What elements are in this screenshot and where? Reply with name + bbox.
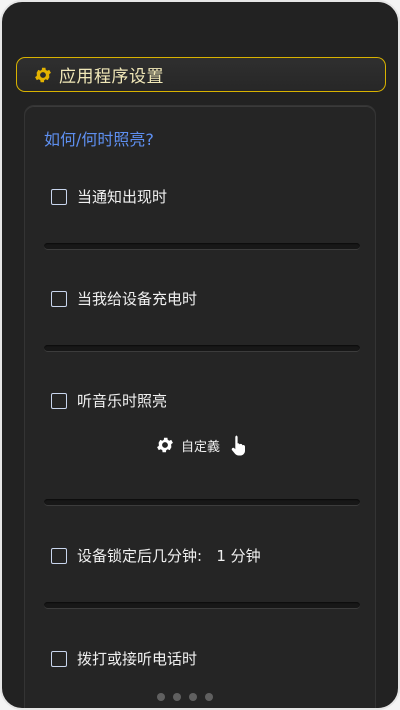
option-charging[interactable]: 当我给设备充电时 xyxy=(51,288,197,309)
faded-row-hint xyxy=(157,690,243,704)
option-lock-timer[interactable]: 设备锁定后几分钟: 1 分钟 xyxy=(51,545,261,566)
checkbox[interactable] xyxy=(51,188,67,205)
checkbox[interactable] xyxy=(51,650,67,667)
option-music[interactable]: 听音乐时照亮 xyxy=(51,390,167,411)
divider xyxy=(44,499,360,506)
hand-pointer-icon xyxy=(230,434,248,456)
gear-icon xyxy=(33,65,53,85)
faded-dot xyxy=(173,693,181,701)
option-label: 当我给设备充电时 xyxy=(77,290,198,308)
app-frame: 应用程序设置 如何/何时照亮? 当通知出现时 当我给设备充电时 听音乐时照亮 自… xyxy=(0,0,400,710)
option-label: 听音乐时照亮 xyxy=(77,392,168,410)
option-label: 拨打或接听电话时 xyxy=(77,650,198,668)
customize-label: 自定義 xyxy=(181,439,221,455)
divider xyxy=(44,345,360,352)
gear-icon xyxy=(155,435,175,455)
option-label: 设备锁定后几分钟: 1 分钟 xyxy=(77,547,261,565)
header-title: 应用程序设置 xyxy=(59,67,164,87)
divider xyxy=(44,243,360,250)
option-phone-call[interactable]: 拨打或接听电话时 xyxy=(51,648,197,669)
settings-header[interactable]: 应用程序设置 xyxy=(16,57,386,92)
faded-dot xyxy=(157,693,165,701)
customize-button[interactable]: 自定義 xyxy=(155,434,248,456)
option-label: 当通知出现时 xyxy=(77,188,168,206)
divider xyxy=(44,602,360,609)
faded-dot xyxy=(205,693,213,701)
checkbox[interactable] xyxy=(51,392,67,409)
checkbox[interactable] xyxy=(51,547,67,564)
option-notification[interactable]: 当通知出现时 xyxy=(51,186,167,207)
faded-dot xyxy=(189,693,197,701)
section-question: 如何/何时照亮? xyxy=(44,130,154,149)
checkbox[interactable] xyxy=(51,290,67,307)
